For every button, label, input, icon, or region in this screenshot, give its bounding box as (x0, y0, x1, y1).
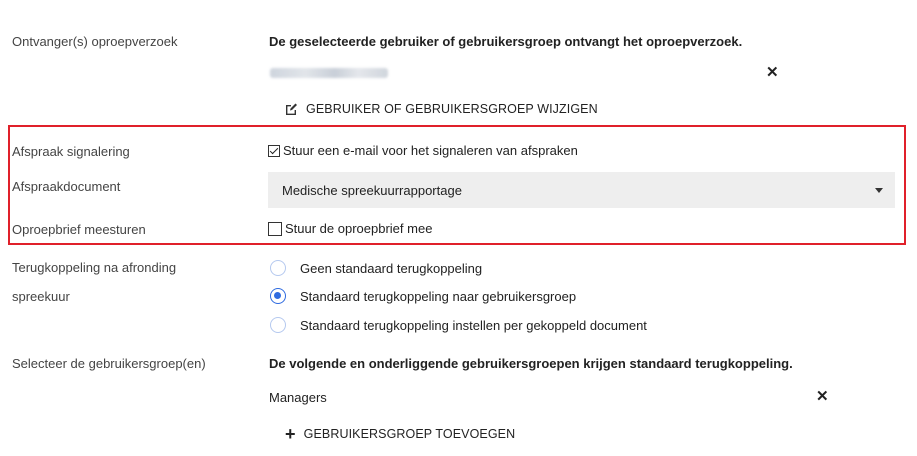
feedback-option-none[interactable]: Geen standaard terugkoppeling (270, 260, 482, 276)
appointment-document-value: Medische spreekuurrapportage (282, 182, 462, 198)
appointment-signal-checkbox-label: Stuur een e-mail voor het signaleren van… (283, 143, 578, 158)
plus-icon: + (285, 424, 296, 444)
radio-button-selected[interactable] (270, 288, 286, 304)
add-user-group-label: GEBRUIKERSGROEP TOEVOEGEN (303, 427, 516, 441)
appointment-signal-label: Afspraak signalering (12, 144, 130, 159)
add-user-group-button[interactable]: + GEBRUIKERSGROEP TOEVOEGEN (285, 424, 516, 444)
change-recipient-button[interactable]: GEBRUIKER OF GEBRUIKERSGROEP WIJZIGEN (284, 102, 598, 116)
appointment-signal-checkbox-row[interactable]: Stuur een e-mail voor het signaleren van… (268, 143, 578, 158)
appointment-document-select[interactable]: Medische spreekuurrapportage (268, 172, 895, 208)
recipients-description: De geselecteerde gebruiker of gebruikers… (269, 34, 743, 49)
invitation-letter-checkbox[interactable] (268, 221, 282, 236)
invitation-letter-checkbox-row[interactable]: Stuur de oproepbrief mee (268, 221, 432, 236)
feedback-label-line1: Terugkoppeling na afronding (12, 260, 177, 275)
edit-icon (284, 102, 298, 116)
feedback-option-per-document[interactable]: Standaard terugkoppeling instellen per g… (270, 317, 647, 333)
feedback-option-label: Standaard terugkoppeling naar gebruikers… (300, 288, 577, 304)
feedback-option-label: Standaard terugkoppeling instellen per g… (300, 317, 647, 333)
user-groups-description: De volgende en onderliggende gebruikersg… (269, 356, 793, 371)
appointment-signal-checkbox[interactable] (268, 144, 280, 157)
recipients-label: Ontvanger(s) oproepverzoek (12, 34, 178, 49)
chevron-down-icon (875, 187, 883, 193)
feedback-label-line2: spreekuur (12, 289, 70, 304)
invitation-letter-label: Oproepbrief meesturen (12, 222, 146, 237)
radio-button[interactable] (270, 260, 286, 276)
remove-user-group-button[interactable]: ✕ (816, 389, 829, 404)
change-recipient-label: GEBRUIKER OF GEBRUIKERSGROEP WIJZIGEN (306, 102, 598, 116)
user-group-item: Managers (269, 390, 327, 405)
user-groups-label: Selecteer de gebruikersgroep(en) (12, 356, 206, 371)
feedback-option-group[interactable]: Standaard terugkoppeling naar gebruikers… (270, 288, 576, 304)
radio-button[interactable] (270, 317, 286, 333)
blurred-recipient-name (270, 68, 388, 78)
feedback-option-label: Geen standaard terugkoppeling (300, 260, 483, 276)
invitation-letter-checkbox-label: Stuur de oproepbrief mee (285, 221, 433, 236)
appointment-document-label: Afspraakdocument (12, 179, 121, 194)
remove-recipient-button[interactable]: ✕ (766, 65, 779, 80)
